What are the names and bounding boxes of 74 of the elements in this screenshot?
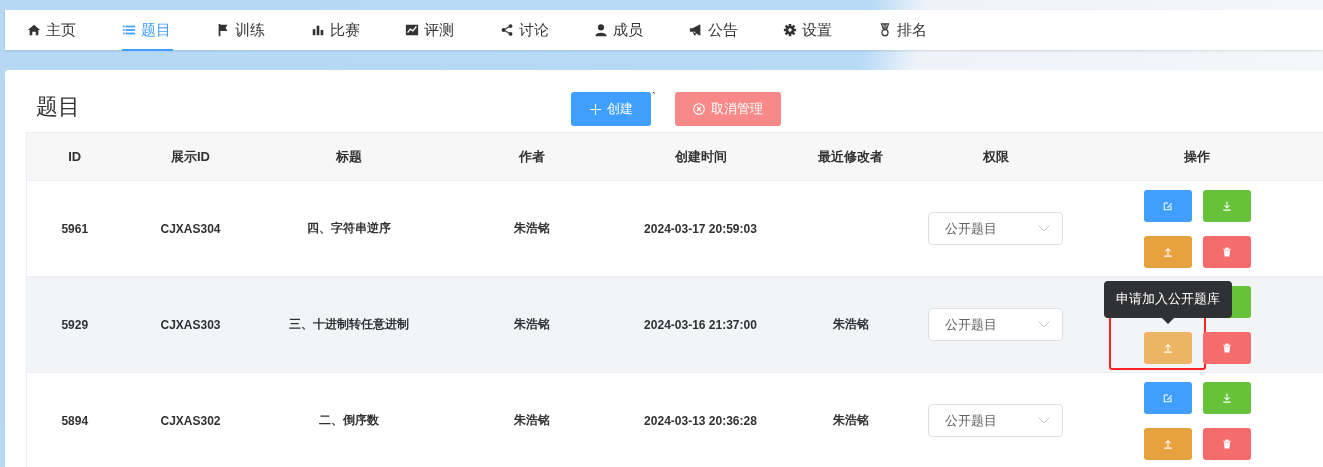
trash-icon xyxy=(1220,245,1233,258)
download-icon xyxy=(1220,199,1233,212)
upload-button[interactable] xyxy=(1143,235,1192,268)
table-cell: 2024-03-17 20:59:03 xyxy=(644,221,757,236)
column-header: 创建时间 xyxy=(674,147,727,166)
nav-tab[interactable]: 主页 xyxy=(27,10,122,50)
table-cell: 2024-03-16 21:37:00 xyxy=(644,317,757,332)
table-cell: 四、字符串逆序 xyxy=(306,220,391,237)
stray-mark: ` xyxy=(652,92,656,104)
settings-icon xyxy=(783,23,797,37)
close-circle-icon xyxy=(693,103,705,115)
column-header: 最近修改者 xyxy=(818,147,883,166)
share-icon xyxy=(499,23,514,37)
table-cell: 2024-03-13 20:36:28 xyxy=(644,413,757,428)
list-icon xyxy=(121,23,136,37)
nav-tab[interactable]: 评测 xyxy=(405,10,500,50)
nav-tab[interactable]: 排名 xyxy=(877,10,972,50)
nav-tab[interactable]: 设置 xyxy=(783,10,878,50)
bar-chart-icon xyxy=(310,23,325,37)
table-cell: 5961 xyxy=(61,221,89,236)
permission-dropdown[interactable]: 公开题目 xyxy=(928,212,1063,245)
upload-icon xyxy=(1161,341,1174,354)
upload-button[interactable] xyxy=(1143,427,1192,460)
nav-tab[interactable]: 训练 xyxy=(216,10,311,50)
delete-button[interactable] xyxy=(1202,331,1251,364)
delete-button[interactable] xyxy=(1202,427,1251,460)
trash-icon xyxy=(1220,437,1233,450)
table-cell: 三、十进制转任意进制 xyxy=(288,316,409,333)
table-cell: 朱浩铭 xyxy=(513,316,550,333)
tooltip: 申请加入公开题库 xyxy=(1103,280,1232,324)
table-cell: CJXAS303 xyxy=(160,317,221,332)
nav-tab[interactable]: 公告 xyxy=(688,10,783,50)
column-header: 权限 xyxy=(982,147,1009,166)
table-cell: 二、倒序数 xyxy=(318,412,379,429)
user-icon xyxy=(594,23,608,37)
flag-icon xyxy=(216,23,230,37)
nav-tab[interactable]: 成员 xyxy=(594,10,689,50)
megaphone-icon xyxy=(688,23,703,37)
pencil-square-icon xyxy=(1161,199,1174,212)
line-chart-icon xyxy=(405,23,419,37)
permission-dropdown[interactable]: 公开题目 xyxy=(928,404,1063,437)
edit-button[interactable] xyxy=(1143,381,1192,414)
column-header: 作者 xyxy=(518,147,545,166)
chevron-down-icon xyxy=(1038,321,1050,328)
home-icon xyxy=(27,23,41,37)
page-title: 题目 xyxy=(35,93,80,121)
pencil-square-icon xyxy=(1161,391,1174,404)
download-button[interactable] xyxy=(1202,189,1251,222)
chevron-down-icon xyxy=(1038,225,1050,232)
permission-dropdown[interactable]: 公开题目 xyxy=(928,308,1063,341)
upload-icon xyxy=(1161,245,1174,258)
upload-button[interactable] xyxy=(1143,331,1192,364)
download-icon xyxy=(1220,391,1233,404)
column-header: 操作 xyxy=(1184,147,1211,166)
column-header: ID xyxy=(68,149,82,164)
table-cell: 朱浩铭 xyxy=(513,412,550,429)
chevron-down-icon xyxy=(1038,417,1050,424)
nav-tab[interactable]: 讨论 xyxy=(499,10,594,50)
upload-icon xyxy=(1161,437,1174,450)
column-header: 展示ID xyxy=(171,147,210,166)
table-cell: 5894 xyxy=(61,413,89,428)
column-header: 标题 xyxy=(335,147,362,166)
delete-button[interactable] xyxy=(1202,235,1251,268)
edit-button[interactable] xyxy=(1143,189,1192,222)
table-cell: CJXAS302 xyxy=(160,413,221,428)
download-button[interactable] xyxy=(1202,381,1251,414)
table-cell: CJXAS304 xyxy=(160,221,221,236)
table-cell: 5929 xyxy=(61,317,89,332)
nav-tab[interactable]: 比赛 xyxy=(310,10,405,50)
table-cell: 朱浩铭 xyxy=(513,220,550,237)
plus-icon xyxy=(589,103,601,115)
table-cell: 朱浩铭 xyxy=(832,412,869,429)
trash-icon xyxy=(1220,341,1233,354)
table-cell: 朱浩铭 xyxy=(832,316,869,333)
